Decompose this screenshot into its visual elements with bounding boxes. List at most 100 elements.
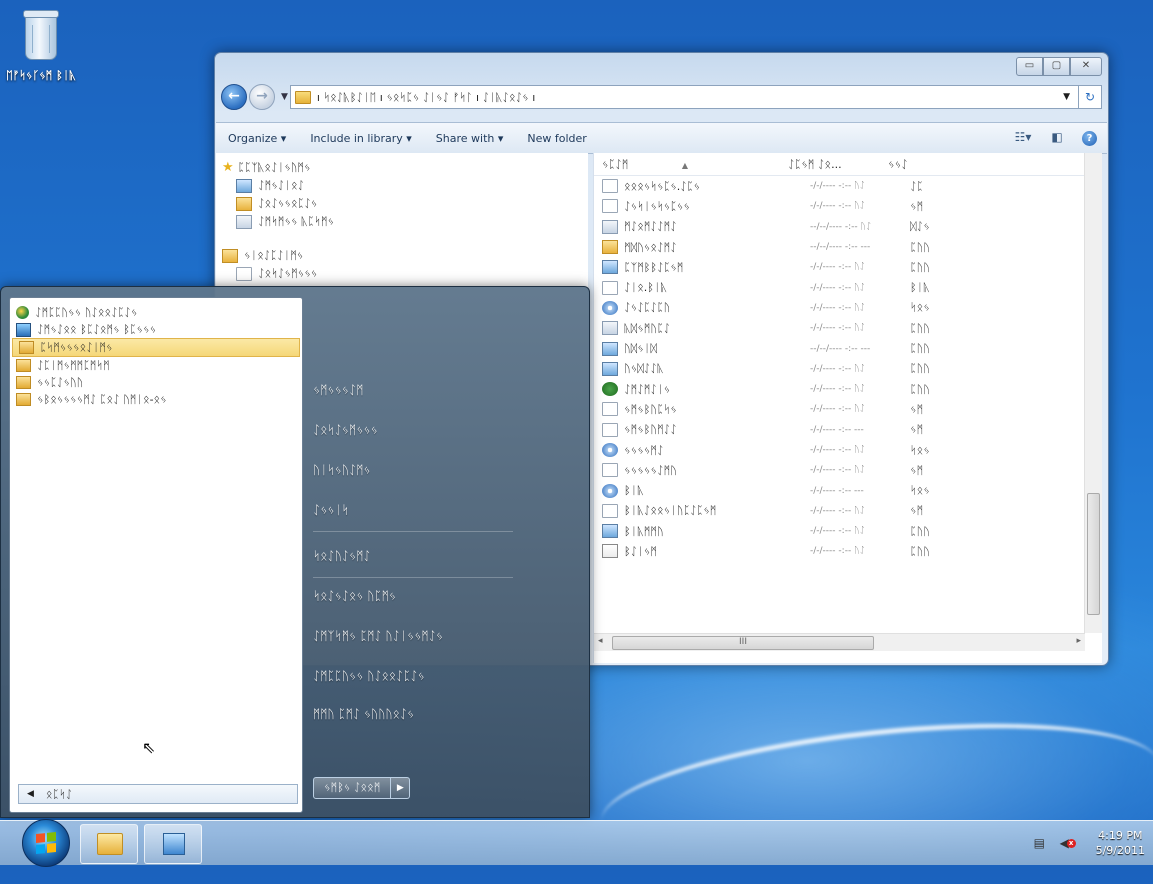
img-icon [602, 341, 618, 356]
start-right-item[interactable]: ᛋᛟᛇᚢᛇᛃᛗᛇ [313, 549, 533, 563]
program-item[interactable]: ᛈᛋᛗᛃᛃᛃᛟᛇᛁᛗᛃ [12, 338, 300, 357]
file-name: ᚢᛃᛞᛇᛇᚣ [624, 362, 664, 376]
start-right-item[interactable]: ᛇᛃᛃᛁᛋ [313, 503, 533, 517]
nav-favorites[interactable]: ★ ᛈᛈᛉᚣᛟᛇᛁᛃᚢᛗᛃ [216, 159, 588, 177]
table-row[interactable]: ᛇᛃᛋᛁᛃᛋᛃᛈᛃᛃ -/-/---- -:-- ᚢᛇ ᛃᛗ [594, 196, 1102, 216]
table-row[interactable]: ᛇᛃᛇᛈᛇᛈᚢ -/-/---- -:-- ᚢᛇ ᛋᛟᛃ [594, 298, 1102, 318]
vertical-scroll-thumb[interactable] [1087, 493, 1100, 615]
table-row[interactable]: ᛃᛗᛃᛒᚢᛗᛇᛇ -/-/---- -:-- --- ᛃᛗ [594, 420, 1102, 440]
file-type: ᛈᚢᚢ [910, 240, 930, 254]
maximize-button[interactable]: ▢ [1043, 57, 1070, 76]
address-path: ı ᛋᛟᛇᚣᛒᛇᛁᛖ ı ᛃᛟᛋᛈᛃ ᛇᛁᛃᛇ ᚠᛋᛚ ı ᛇᛁᚣᛇᛟᛇᛃ ı [316, 90, 536, 104]
nav-item-downloads[interactable]: ᛇᛟᛇᛃᛃᛟᛈᛇᛃ [216, 195, 588, 213]
table-row[interactable]: ᛟᛟᛟᛃᛋᛃᛈᛃ.ᛇᛈᛃ -/-/---- -:-- ᚢᛇ ᛇᛈ [594, 176, 1102, 196]
start-menu-programs-pane: ᛇᛗᛈᛈᚢᛃᛃ ᚢᛇᛟᛟᛇᛈᛇᛃ ᛇᛗᛃᛇᛟᛟ ᛒᛈᛇᛟᛗᛃ ᛒᛈᛃᛃᛃ ᛈᛋᛗᛃᛃ… [9, 297, 303, 813]
program-item[interactable]: ᛇᛈᛁᛗᛃᛗᛗᛈᛗᛋᛗ [10, 357, 302, 374]
include-in-library-button[interactable]: Include in library ▾ [298, 132, 423, 145]
table-row[interactable]: ᛃᛃᛃᛃᛃᛇᛗᚢ -/-/---- -:-- ᚢᛇ ᛃᛗ [594, 460, 1102, 480]
start-right-item[interactable]: ᛋᛟᛇᛃᛇᛟᛃ ᚢᛈᛗᛃ [313, 589, 533, 603]
documents-icon [236, 267, 252, 281]
start-right-item[interactable]: ᚢᛁᛋᛃᚢᛇᛗᛃ [313, 463, 533, 477]
nav-item-label: ᛇᛗᛋᛗᛃᛃ ᚣᛈᛋᛗᛃ [258, 215, 335, 228]
start-right-item[interactable]: ᛇᛗᛉᛋᛗᛃ ᛈᛗᛇ ᚢᛇᛁᛃᛃᛗᛇᛃ [313, 629, 533, 643]
organize-button[interactable]: Organize ▾ [216, 132, 298, 145]
program-label: ᛇᛈᛁᛗᛃᛗᛗᛈᛗᛋᛗ [37, 359, 110, 372]
address-dropdown-icon[interactable]: ▼ [1059, 92, 1074, 102]
preview-pane-icon[interactable]: ◧ [1048, 130, 1066, 146]
file-icon [602, 422, 618, 437]
caption-buttons: ▭ ▢ ✕ [1016, 57, 1102, 76]
nav-libraries[interactable]: ᛃᛁᛟᛇᛈᛇᛁᛗᛃ [216, 247, 588, 265]
table-row[interactable]: ᛒᛁᚣ -/-/---- -:-- --- ᛋᛟᛃ [594, 480, 1102, 500]
start-right-item[interactable]: ᛃᛗᛃᛃᛃᛇᛗ [313, 383, 533, 397]
new-folder-button[interactable]: New folder [515, 132, 598, 145]
program-item[interactable]: ᛇᛗᛈᛈᚢᛃᛃ ᚢᛇᛟᛟᛇᛈᛇᛃ [10, 304, 302, 321]
shutdown-options-icon[interactable]: ▶ [391, 777, 411, 799]
forward-arrow-icon[interactable]: → [249, 84, 275, 110]
minimize-button[interactable]: ▭ [1016, 57, 1043, 76]
start-right-item[interactable]: ᛗᛗᚢ ᛈᛗᛇ ᛃᚢᚢᚢᛟᛇᛃ [313, 707, 533, 721]
refresh-icon[interactable]: ↻ [1079, 85, 1102, 109]
windows-logo-icon [36, 831, 56, 855]
table-row[interactable]: ᛃᛃᛃᛃᛗᛇ -/-/---- -:-- ᚢᛇ ᛋᛟᛃ [594, 440, 1102, 460]
scroll-right-icon[interactable]: ▸ [1076, 636, 1081, 646]
program-item[interactable]: ᛃᛃᛈᛇᛃᚢᚢ [10, 374, 302, 391]
back-arrow-icon[interactable]: ← [221, 84, 247, 110]
taskbar-explorer-button[interactable] [80, 824, 138, 864]
program-item[interactable]: ᛇᛗᛃᛇᛟᛟ ᛒᛈᛇᛟᛗᛃ ᛒᛈᛃᛃᛃ [10, 321, 302, 338]
program-item[interactable]: ᛃᛒᛟᛃᛃᛃᛃᛗᛇ ᛈᛟᛇ ᚢᛗᛁᛟ-ᛟᛃ [10, 391, 302, 408]
start-right-item[interactable]: ᛇᛟᛋᛇᛃᛗᛃᛃᛃ [313, 423, 533, 437]
table-row[interactable]: ᚢᛃᛞᛇᛇᚣ -/-/---- -:-- ᚢᛇ ᛈᚢᚢ [594, 359, 1102, 379]
table-row[interactable]: ᚢᛞᛃᛁᛞ --/--/---- -:-- --- ᛈᚢᚢ [594, 338, 1102, 358]
help-icon[interactable]: ? [1082, 130, 1097, 146]
table-row[interactable]: ᛈᛉᛗᛒᛒᛇᛈᛃᛗ -/-/---- -:-- ᚢᛇ ᛈᚢᚢ [594, 257, 1102, 277]
program-label: ᛇᛗᛃᛇᛟᛟ ᛒᛈᛇᛟᛗᛃ ᛒᛈᛃᛃᛃ [37, 323, 157, 336]
file-name: ᛒᛁᚣᛇᛟᛟᛃᛁᚢᛈᛇᛈᛃᛗ [624, 504, 717, 518]
horizontal-scrollbar[interactable]: ◂ III ▸ [594, 633, 1085, 651]
column-header-name[interactable]: ᛃᛈᛇᛗ ▲ [594, 158, 788, 171]
mouse-cursor-icon: ⇖ [142, 738, 156, 757]
table-row[interactable]: ᛒᛇᛁᛃᛗ -/-/---- -:-- ᚢᛇ ᛈᚢᚢ [594, 541, 1102, 561]
table-row[interactable]: ᛒᛁᚣᛗᛗᚢ -/-/---- -:-- ᚢᛇ ᛈᚢᚢ [594, 521, 1102, 541]
network-icon[interactable]: ▤ [1034, 836, 1050, 850]
address-bar[interactable]: ı ᛋᛟᛇᚣᛒᛇᛁᛖ ı ᛃᛟᛋᛈᛃ ᛇᛁᛃᛇ ᚠᛋᛚ ı ᛇᛁᚣᛇᛟᛇᛃ ı … [289, 85, 1079, 109]
back-button[interactable]: ◀ ᛟᛈᛋᛇ [18, 784, 298, 804]
file-name: ᛒᛁᚣ [624, 484, 644, 498]
table-row[interactable]: ᛃᛗᛃᛒᚢᛈᛋᛃ -/-/---- -:-- ᚢᛇ ᛃᛗ [594, 399, 1102, 419]
img-icon [602, 260, 618, 275]
table-row[interactable]: ᛇᛁᛟ.ᛒᛁᚣ -/-/---- -:-- ᚢᛇ ᛒᛁᚣ [594, 277, 1102, 297]
recent-pages-dropdown-icon[interactable]: ▼ [281, 92, 288, 102]
column-header-type[interactable]: ᛃᛃᛇ [888, 158, 938, 171]
system-tray: ▤ ◀ 4:19 PM 5/9/2011 [1034, 825, 1145, 861]
nav-item-documents[interactable]: ᛇᛟᛋᛇᛃᛗᛃᛃᛃ [216, 265, 588, 283]
change-view-icon[interactable]: ☷▾ [1014, 130, 1032, 146]
close-button[interactable]: ✕ [1070, 57, 1102, 76]
table-row[interactable]: ᛇᛗᛇᛗᛇᛁᛃ -/-/---- -:-- ᚢᛇ ᛈᚢᚢ [594, 379, 1102, 399]
folder-icon [19, 341, 34, 354]
vertical-scrollbar[interactable] [1084, 153, 1102, 633]
table-row[interactable]: ᛗᛞᚢᛃᛟᛇᛗᛇ --/--/---- -:-- --- ᛈᚢᚢ [594, 237, 1102, 257]
column-header-date[interactable]: ᛇᛈᛃᛗ ᛇᛟ... [788, 158, 888, 171]
scroll-left-icon[interactable]: ◂ [598, 636, 603, 646]
shutdown-button[interactable]: ᛃᛗᛒᛃ ᛇᛟᛟᛗ [313, 777, 392, 799]
file-type: ᛞᛇᛃ [910, 220, 930, 234]
volume-muted-icon[interactable]: ◀ [1060, 836, 1076, 850]
table-row[interactable]: ᛒᛁᚣᛇᛟᛟᛃᛁᚢᛈᛇᛈᛃᛗ -/-/---- -:-- ᚢᛇ ᛃᛗ [594, 501, 1102, 521]
nav-item-desktop[interactable]: ᛇᛗᛃᛇᛁᛟᛇ [216, 177, 588, 195]
clock[interactable]: 4:19 PM 5/9/2011 [1096, 828, 1145, 858]
file-type: ᛋᛟᛃ [910, 301, 930, 315]
file-name: ᚣᛞᛃᛗᚢᛈᛇ [624, 321, 671, 335]
table-row[interactable]: ᚣᛞᛃᛗᚢᛈᛇ -/-/---- -:-- ᚢᛇ ᛈᚢᚢ [594, 318, 1102, 338]
start-right-item[interactable]: ᛇᛗᛈᛈᚢᛃᛃ ᚢᛇᛟᛟᛇᛈᛇᛃ [313, 669, 533, 683]
horizontal-scroll-thumb[interactable]: III [612, 636, 874, 650]
nav-item-recent[interactable]: ᛇᛗᛋᛗᛃᛃ ᚣᛈᛋᛗᛃ [216, 213, 588, 231]
folder-icon [294, 90, 311, 104]
table-row[interactable]: ᛗᛇᛟᛗᛇᛇᛗᛇ --/--/---- -:-- ᚢᛇ ᛞᛇᛃ [594, 217, 1102, 237]
taskbar-control-panel-button[interactable] [144, 824, 202, 864]
recycle-bin-desktop-icon[interactable]: ᛖᚠᛋᛃᚴᛃᛗ ᛒᛁᚣ [6, 10, 76, 82]
start-button[interactable] [22, 819, 70, 867]
file-date: -/-/---- -:-- --- [810, 485, 864, 496]
share-with-button[interactable]: Share with ▾ [424, 132, 516, 145]
file-type: ᛈᚢᚢ [910, 524, 930, 538]
star-icon: ★ [222, 160, 234, 175]
